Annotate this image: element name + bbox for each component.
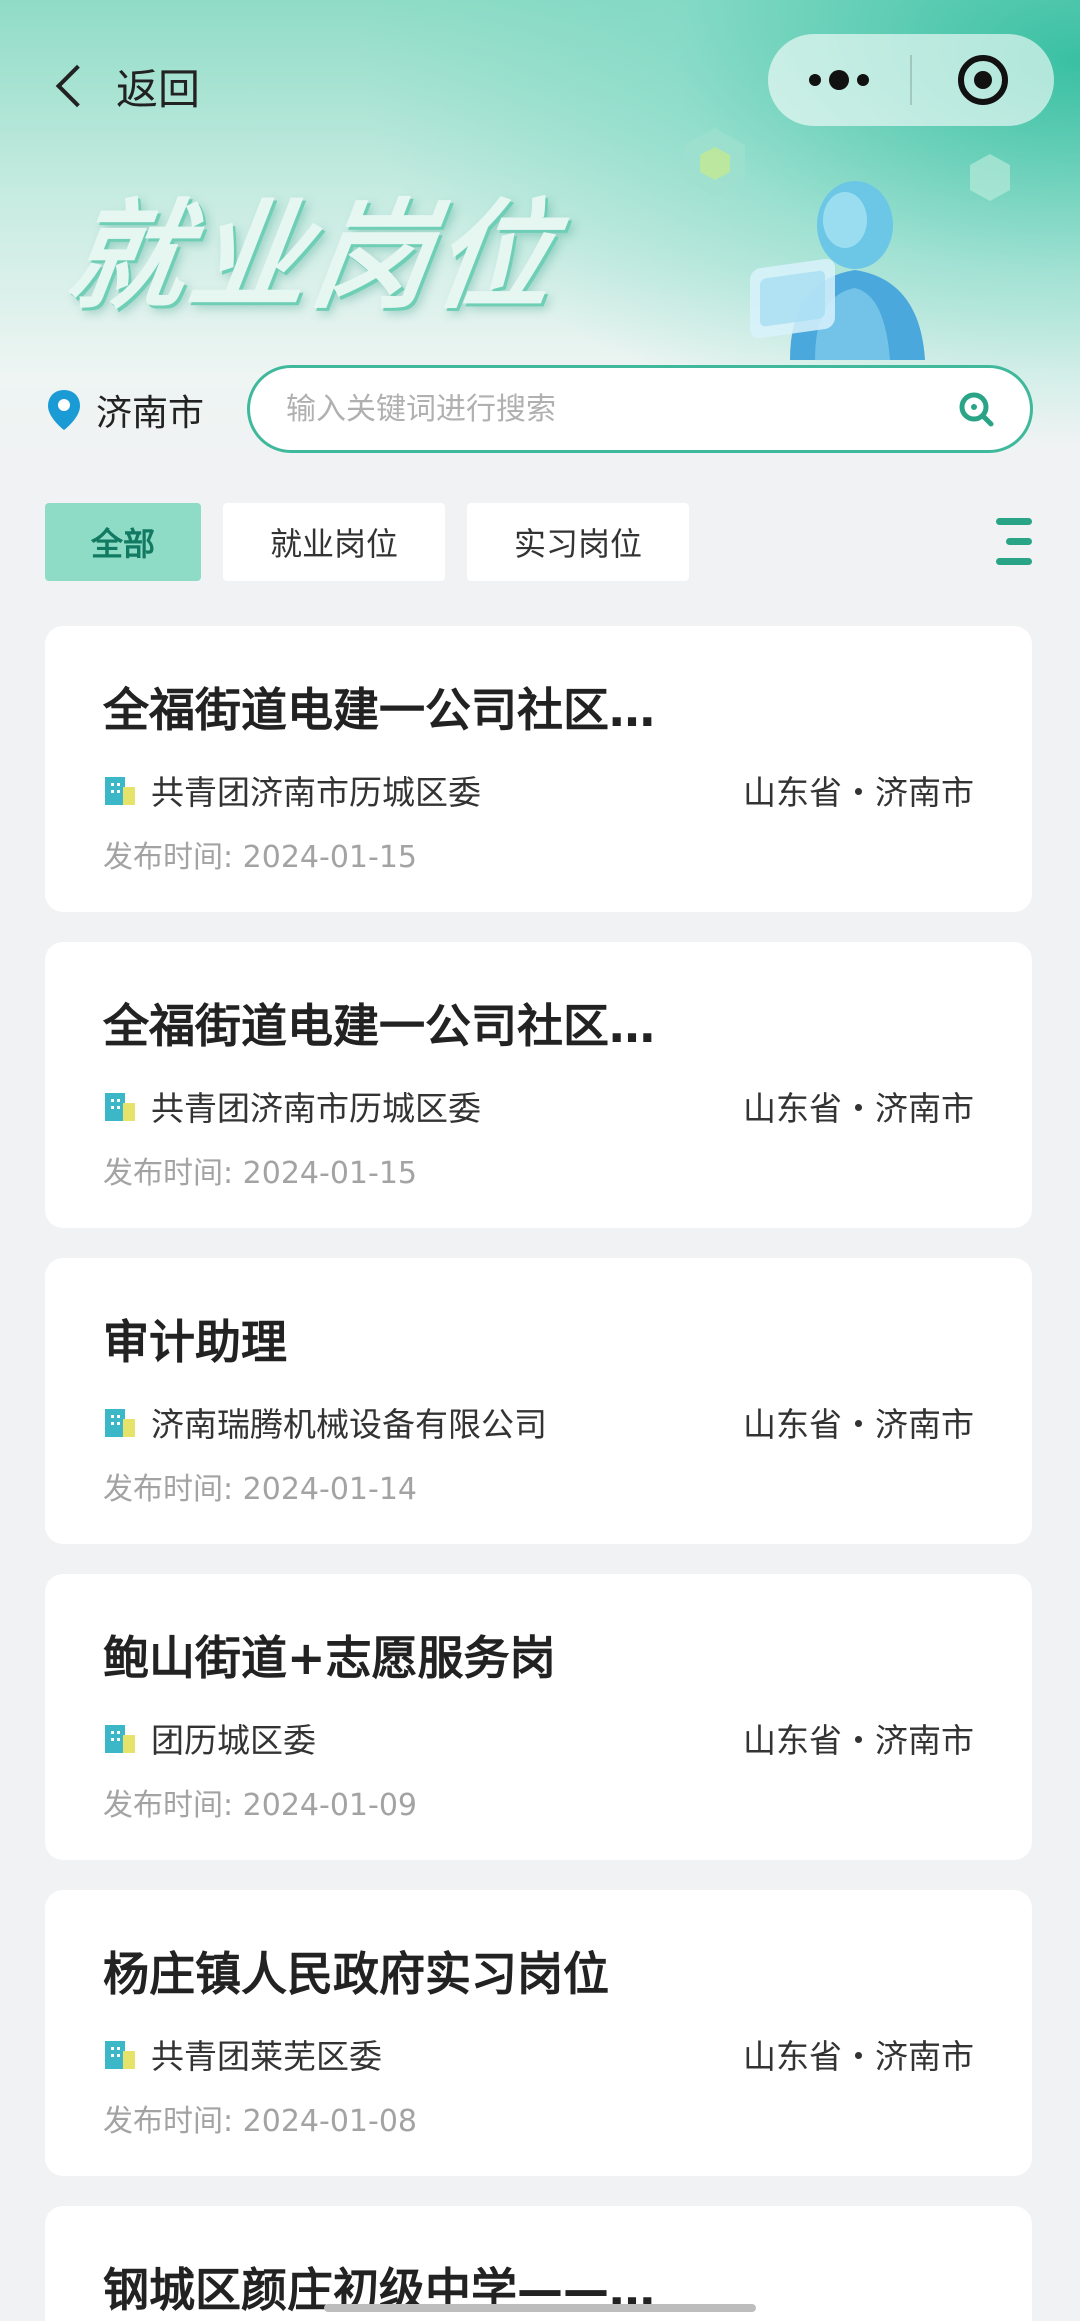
publish-date: 发布时间: 2024-01-09: [103, 1788, 417, 1823]
publish-date: 发布时间: 2024-01-14: [103, 1472, 417, 1507]
job-title: 鲍山街道+志愿服务岗: [103, 1631, 556, 1685]
tab-all[interactable]: 全部: [45, 503, 201, 581]
search-bar[interactable]: [247, 365, 1033, 453]
tab-employment[interactable]: 就业岗位: [223, 503, 445, 581]
job-location: 山东省・济南市: [743, 1721, 974, 1760]
building-icon: [105, 1409, 135, 1437]
miniprogram-capsule: [768, 34, 1054, 126]
job-organization: 团历城区委: [103, 1714, 316, 1762]
building-icon: [105, 1725, 135, 1753]
home-indicator: [324, 2304, 756, 2312]
job-location: 山东省・济南市: [743, 1405, 974, 1444]
job-title: 审计助理: [103, 1315, 287, 1369]
search-input[interactable]: [284, 390, 956, 428]
organization-name: 团历城区委: [151, 1721, 316, 1760]
publish-date: 发布时间: 2024-01-08: [103, 2104, 417, 2139]
tab-internship[interactable]: 实习岗位: [467, 503, 689, 581]
organization-name: 济南瑞腾机械设备有限公司: [151, 1405, 547, 1444]
organization-name: 共青团济南市历城区委: [151, 773, 481, 812]
job-card[interactable]: 鲍山街道+志愿服务岗 团历城区委 山东省・济南市 发布时间: 2024-01-0…: [45, 1574, 1032, 1860]
chevron-left-icon: [55, 64, 99, 108]
job-title: 全福街道电建一公司社区…: [103, 999, 655, 1053]
page-title: 就业岗位: [58, 187, 567, 325]
organization-name: 共青团莱芜区委: [151, 2037, 382, 2076]
location-pin-icon: [48, 390, 80, 430]
city-selector[interactable]: 济南市: [46, 385, 204, 435]
job-location: 山东省・济南市: [743, 773, 974, 812]
filter-menu-icon[interactable]: [986, 518, 1032, 566]
close-miniprogram-button[interactable]: [912, 55, 1054, 105]
job-card[interactable]: 全福街道电建一公司社区… 共青团济南市历城区委 山东省・济南市 发布时间: 20…: [45, 942, 1032, 1228]
job-card[interactable]: 审计助理 济南瑞腾机械设备有限公司 山东省・济南市 发布时间: 2024-01-…: [45, 1258, 1032, 1544]
publish-date: 发布时间: 2024-01-15: [103, 1156, 417, 1191]
back-button[interactable]: 返回: [52, 56, 200, 116]
back-label: 返回: [116, 64, 201, 114]
building-icon: [105, 777, 135, 805]
target-icon: [958, 55, 1008, 105]
search-icon[interactable]: [956, 389, 996, 429]
job-title: 全福街道电建一公司社区…: [103, 683, 655, 737]
job-card[interactable]: 全福街道电建一公司社区… 共青团济南市历城区委 山东省・济南市 发布时间: 20…: [45, 626, 1032, 912]
city-label: 济南市: [96, 393, 205, 434]
person-illustration-icon: [685, 128, 1010, 360]
more-menu-button[interactable]: [768, 70, 910, 90]
organization-name: 共青团济南市历城区委: [151, 1089, 481, 1128]
job-organization: 共青团莱芜区委: [103, 2030, 382, 2078]
job-location: 山东省・济南市: [743, 1089, 974, 1128]
job-card[interactable]: 杨庄镇人民政府实习岗位 共青团莱芜区委 山东省・济南市 发布时间: 2024-0…: [45, 1890, 1032, 2176]
building-icon: [105, 1093, 135, 1121]
job-organization: 共青团济南市历城区委: [103, 766, 481, 814]
publish-date: 发布时间: 2024-01-15: [103, 840, 417, 875]
building-icon: [105, 2041, 135, 2069]
job-organization: 共青团济南市历城区委: [103, 1082, 481, 1130]
category-tabs: 全部 就业岗位 实习岗位: [45, 503, 689, 581]
job-organization: 济南瑞腾机械设备有限公司: [103, 1398, 547, 1446]
job-title: 杨庄镇人民政府实习岗位: [103, 1947, 609, 2001]
job-location: 山东省・济南市: [743, 2037, 974, 2076]
